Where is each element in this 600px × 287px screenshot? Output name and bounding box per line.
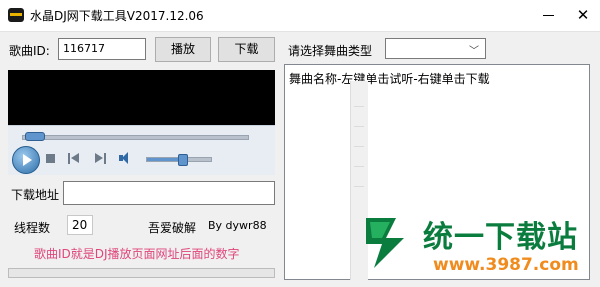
title-bar: 水晶DJ网下载工具V2017.12.06 ✕ <box>0 0 600 32</box>
media-player-controls <box>8 125 275 175</box>
next-icon[interactable] <box>94 153 106 164</box>
chevron-down-icon: ﹀ <box>469 46 479 57</box>
download-progress-bar <box>8 268 275 278</box>
download-address-input[interactable] <box>63 181 275 205</box>
song-id-input[interactable]: 116717 <box>58 38 146 60</box>
play-icon[interactable] <box>12 146 40 174</box>
previous-icon[interactable] <box>68 153 80 164</box>
author-label: By dywr88 <box>208 219 267 232</box>
watermark-logo-icon <box>366 218 404 268</box>
crack-credit-label: 吾爱破解 <box>148 221 197 235</box>
app-icon <box>8 8 24 22</box>
volume-fill <box>147 158 183 161</box>
volume-thumb[interactable] <box>178 154 189 166</box>
watermark-title: 统一下载站 <box>423 220 578 255</box>
genre-label: 请选择舞曲类型 <box>288 44 373 58</box>
close-icon[interactable]: ✕ <box>572 4 594 26</box>
volume-slider[interactable] <box>146 154 212 166</box>
download-address-label: 下载地址 <box>11 188 60 202</box>
song-id-label: 歌曲ID: <box>9 44 50 58</box>
song-list-header: 舞曲名称-左键单击试听-右键单击下载 <box>289 72 490 86</box>
stop-icon[interactable] <box>46 154 55 163</box>
seek-thumb[interactable] <box>24 132 45 141</box>
minimize-icon[interactable] <box>538 4 560 26</box>
volume-icon[interactable] <box>119 152 135 165</box>
play-button[interactable]: 播放 <box>155 37 211 62</box>
seek-bar[interactable] <box>22 135 249 140</box>
threads-input[interactable]: 20 <box>67 215 93 235</box>
window-title: 水晶DJ网下载工具V2017.12.06 <box>30 9 204 23</box>
genre-select[interactable]: ﹀ <box>385 38 486 59</box>
download-button[interactable]: 下载 <box>218 37 275 62</box>
hint-text: 歌曲ID就是DJ播放页面网址后面的数字 <box>34 247 240 261</box>
threads-label: 线程数 <box>14 221 51 235</box>
watermark-url: www.3987.com <box>433 255 579 275</box>
